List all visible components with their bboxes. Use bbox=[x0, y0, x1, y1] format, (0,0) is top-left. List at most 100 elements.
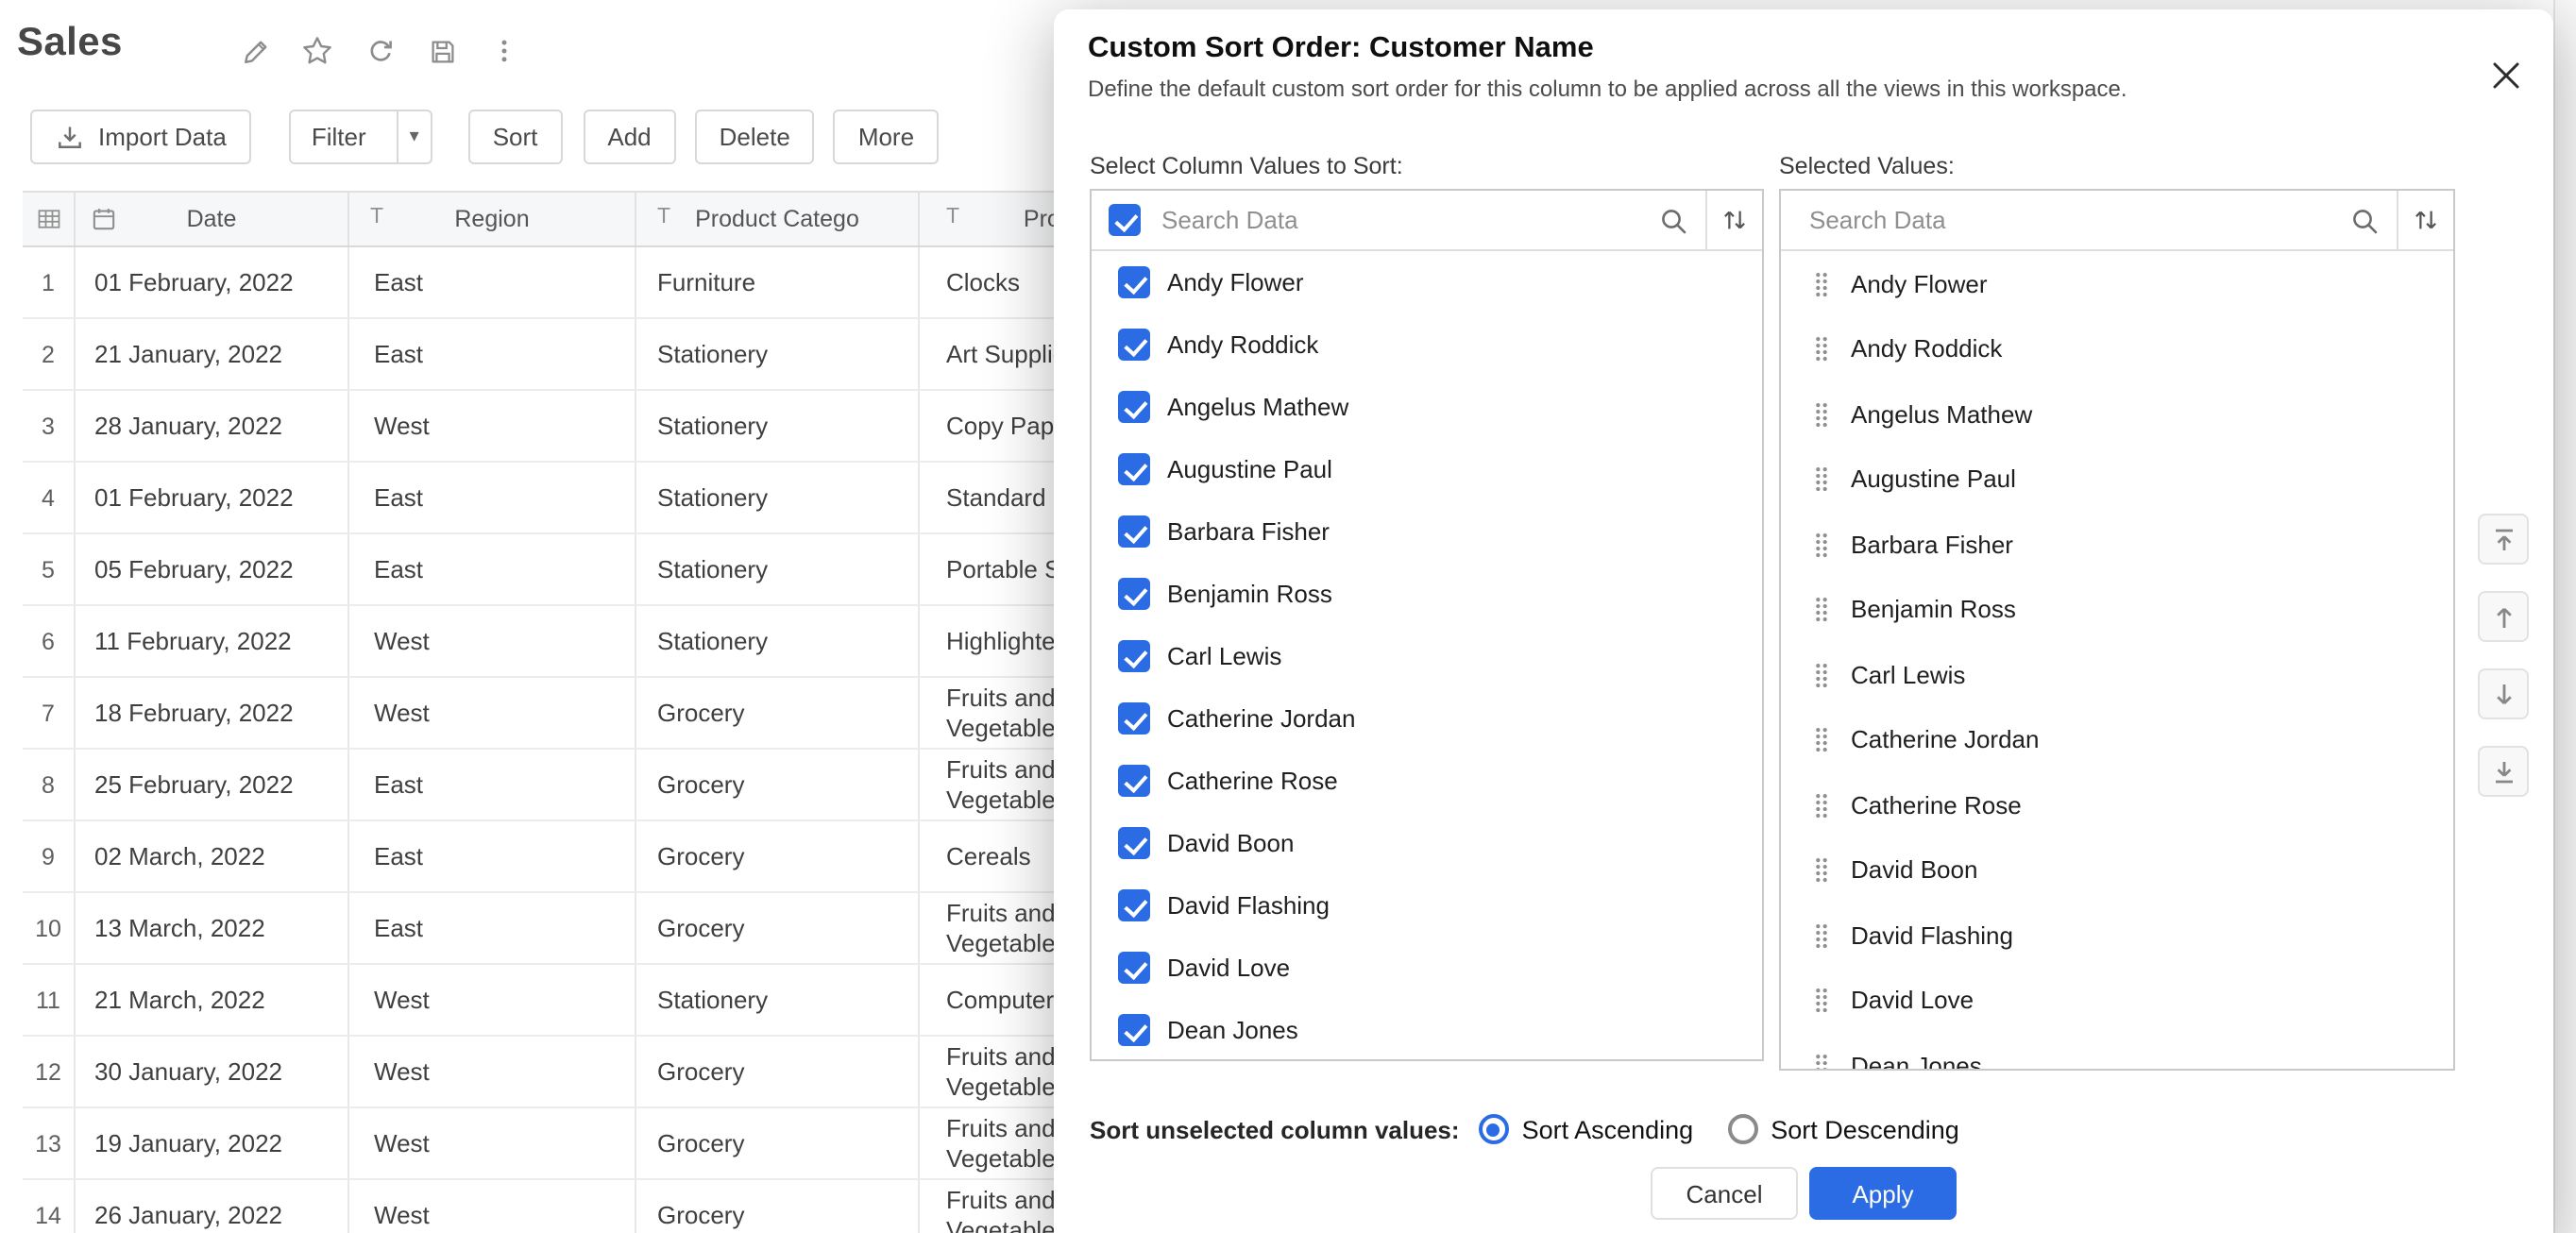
cell-product-category[interactable]: Grocery bbox=[636, 678, 920, 748]
drag-handle-icon[interactable] bbox=[1811, 1052, 1832, 1072]
cell-date[interactable]: 19 January, 2022 bbox=[76, 1108, 349, 1178]
item-checkbox[interactable] bbox=[1118, 329, 1150, 361]
table-row[interactable]: 7 18 February, 2022 West Grocery Fruits … bbox=[23, 678, 1211, 750]
cell-date[interactable]: 02 March, 2022 bbox=[76, 821, 349, 891]
save-icon[interactable] bbox=[425, 34, 459, 68]
close-icon[interactable] bbox=[2487, 57, 2525, 94]
cell-region[interactable]: East bbox=[349, 319, 636, 389]
table-row[interactable]: 8 25 February, 2022 East Grocery Fruits … bbox=[23, 750, 1211, 821]
drag-handle-icon[interactable] bbox=[1811, 531, 1832, 559]
cell-product-category[interactable]: Grocery bbox=[636, 750, 920, 819]
selected-list-item[interactable]: Angelus Mathew bbox=[1781, 381, 2453, 447]
search-icon[interactable] bbox=[2349, 205, 2380, 235]
cell-region[interactable]: West bbox=[349, 1037, 636, 1106]
selected-list-item[interactable]: David Boon bbox=[1781, 837, 2453, 903]
item-checkbox[interactable] bbox=[1118, 889, 1150, 921]
item-checkbox[interactable] bbox=[1118, 578, 1150, 610]
selected-list-item[interactable]: Carl Lewis bbox=[1781, 642, 2453, 707]
select-list-item[interactable]: Barbara Fisher bbox=[1092, 500, 1762, 563]
select-list-item[interactable]: Carl Lewis bbox=[1092, 625, 1762, 687]
cell-date[interactable]: 28 January, 2022 bbox=[76, 391, 349, 461]
cell-region[interactable]: West bbox=[349, 391, 636, 461]
cell-region[interactable]: West bbox=[349, 965, 636, 1035]
table-row[interactable]: 13 19 January, 2022 West Grocery Fruits … bbox=[23, 1108, 1211, 1180]
cell-region[interactable]: West bbox=[349, 678, 636, 748]
more-button[interactable]: More bbox=[834, 110, 939, 164]
add-button[interactable]: Add bbox=[583, 110, 675, 164]
drag-handle-icon[interactable] bbox=[1811, 661, 1832, 689]
cell-date[interactable]: 25 February, 2022 bbox=[76, 750, 349, 819]
table-row[interactable]: 6 11 February, 2022 West Stationery High… bbox=[23, 606, 1211, 678]
header-region[interactable]: T Region bbox=[349, 193, 636, 245]
cell-product-category[interactable]: Stationery bbox=[636, 391, 920, 461]
search-input-right[interactable] bbox=[1781, 206, 2349, 234]
table-row[interactable]: 12 30 January, 2022 West Grocery Fruits … bbox=[23, 1037, 1211, 1108]
drag-handle-icon[interactable] bbox=[1811, 596, 1832, 624]
select-all-checkbox[interactable] bbox=[1109, 204, 1141, 236]
cancel-button[interactable]: Cancel bbox=[1651, 1167, 1798, 1220]
cell-region[interactable]: West bbox=[349, 606, 636, 676]
select-list-item[interactable]: Dean Jones bbox=[1092, 999, 1762, 1061]
cell-region[interactable]: East bbox=[349, 534, 636, 604]
cell-product-category[interactable]: Grocery bbox=[636, 893, 920, 963]
selected-list-item[interactable]: Andy Flower bbox=[1781, 251, 2453, 316]
cell-date[interactable]: 05 February, 2022 bbox=[76, 534, 349, 604]
cell-date[interactable]: 21 January, 2022 bbox=[76, 319, 349, 389]
drag-handle-icon[interactable] bbox=[1811, 335, 1832, 363]
item-checkbox[interactable] bbox=[1118, 702, 1150, 735]
selected-list-item[interactable]: Catherine Jordan bbox=[1781, 707, 2453, 772]
table-row[interactable]: 9 02 March, 2022 East Grocery Cereals bbox=[23, 821, 1211, 893]
selected-list-item[interactable]: Augustine Paul bbox=[1781, 447, 2453, 512]
sort-values-icon[interactable] bbox=[2397, 191, 2453, 249]
table-row[interactable]: 3 28 January, 2022 West Stationery Copy … bbox=[23, 391, 1211, 463]
header-row-selector[interactable] bbox=[23, 193, 76, 245]
select-list-item[interactable]: David Love bbox=[1092, 937, 1762, 999]
select-list-item[interactable]: Catherine Jordan bbox=[1092, 687, 1762, 750]
page-scrollbar[interactable] bbox=[2553, 0, 2576, 1233]
cell-product-category[interactable]: Grocery bbox=[636, 1108, 920, 1178]
item-checkbox[interactable] bbox=[1118, 640, 1150, 672]
cell-region[interactable]: East bbox=[349, 821, 636, 891]
item-checkbox[interactable] bbox=[1118, 765, 1150, 797]
cell-date[interactable]: 18 February, 2022 bbox=[76, 678, 349, 748]
table-row[interactable]: 14 26 January, 2022 West Grocery Fruits … bbox=[23, 1180, 1211, 1233]
select-list-item[interactable]: Andy Roddick bbox=[1092, 313, 1762, 376]
select-list-item[interactable]: Benjamin Ross bbox=[1092, 563, 1762, 625]
cell-date[interactable]: 13 March, 2022 bbox=[76, 893, 349, 963]
sort-values-icon[interactable] bbox=[1705, 191, 1762, 249]
select-list-item[interactable]: Augustine Paul bbox=[1092, 438, 1762, 500]
move-to-top-button[interactable] bbox=[2478, 514, 2529, 565]
edit-icon[interactable] bbox=[238, 34, 272, 68]
search-icon[interactable] bbox=[1658, 205, 1688, 235]
select-list-item[interactable]: Angelus Mathew bbox=[1092, 376, 1762, 438]
cell-date[interactable]: 21 March, 2022 bbox=[76, 965, 349, 1035]
cell-product-category[interactable]: Grocery bbox=[636, 1180, 920, 1233]
cell-region[interactable]: East bbox=[349, 893, 636, 963]
move-to-bottom-button[interactable] bbox=[2478, 746, 2529, 797]
item-checkbox[interactable] bbox=[1118, 266, 1150, 298]
header-product-category[interactable]: T Product Catego bbox=[636, 193, 920, 245]
item-checkbox[interactable] bbox=[1118, 453, 1150, 485]
item-checkbox[interactable] bbox=[1118, 952, 1150, 984]
cell-region[interactable]: East bbox=[349, 247, 636, 317]
chevron-down-icon[interactable]: ▾ bbox=[397, 111, 431, 162]
item-checkbox[interactable] bbox=[1118, 827, 1150, 859]
cell-product-category[interactable]: Grocery bbox=[636, 1037, 920, 1106]
cell-date[interactable]: 01 February, 2022 bbox=[76, 463, 349, 532]
table-row[interactable]: 4 01 February, 2022 East Stationery Stan… bbox=[23, 463, 1211, 534]
cell-product-category[interactable]: Stationery bbox=[636, 965, 920, 1035]
move-down-button[interactable] bbox=[2478, 668, 2529, 719]
apply-button[interactable]: Apply bbox=[1809, 1167, 1957, 1220]
sort-button[interactable]: Sort bbox=[468, 110, 563, 164]
table-row[interactable]: 1 01 February, 2022 East Furniture Clock… bbox=[23, 247, 1211, 319]
item-checkbox[interactable] bbox=[1118, 515, 1150, 548]
refresh-icon[interactable] bbox=[363, 34, 397, 68]
cell-product-category[interactable]: Stationery bbox=[636, 319, 920, 389]
cell-product-category[interactable]: Stationery bbox=[636, 606, 920, 676]
drag-handle-icon[interactable] bbox=[1811, 400, 1832, 429]
kebab-menu-icon[interactable] bbox=[487, 34, 521, 68]
cell-product-category[interactable]: Stationery bbox=[636, 534, 920, 604]
import-data-button[interactable]: Import Data bbox=[30, 110, 251, 164]
cell-product-category[interactable]: Furniture bbox=[636, 247, 920, 317]
cell-product-category[interactable]: Stationery bbox=[636, 463, 920, 532]
